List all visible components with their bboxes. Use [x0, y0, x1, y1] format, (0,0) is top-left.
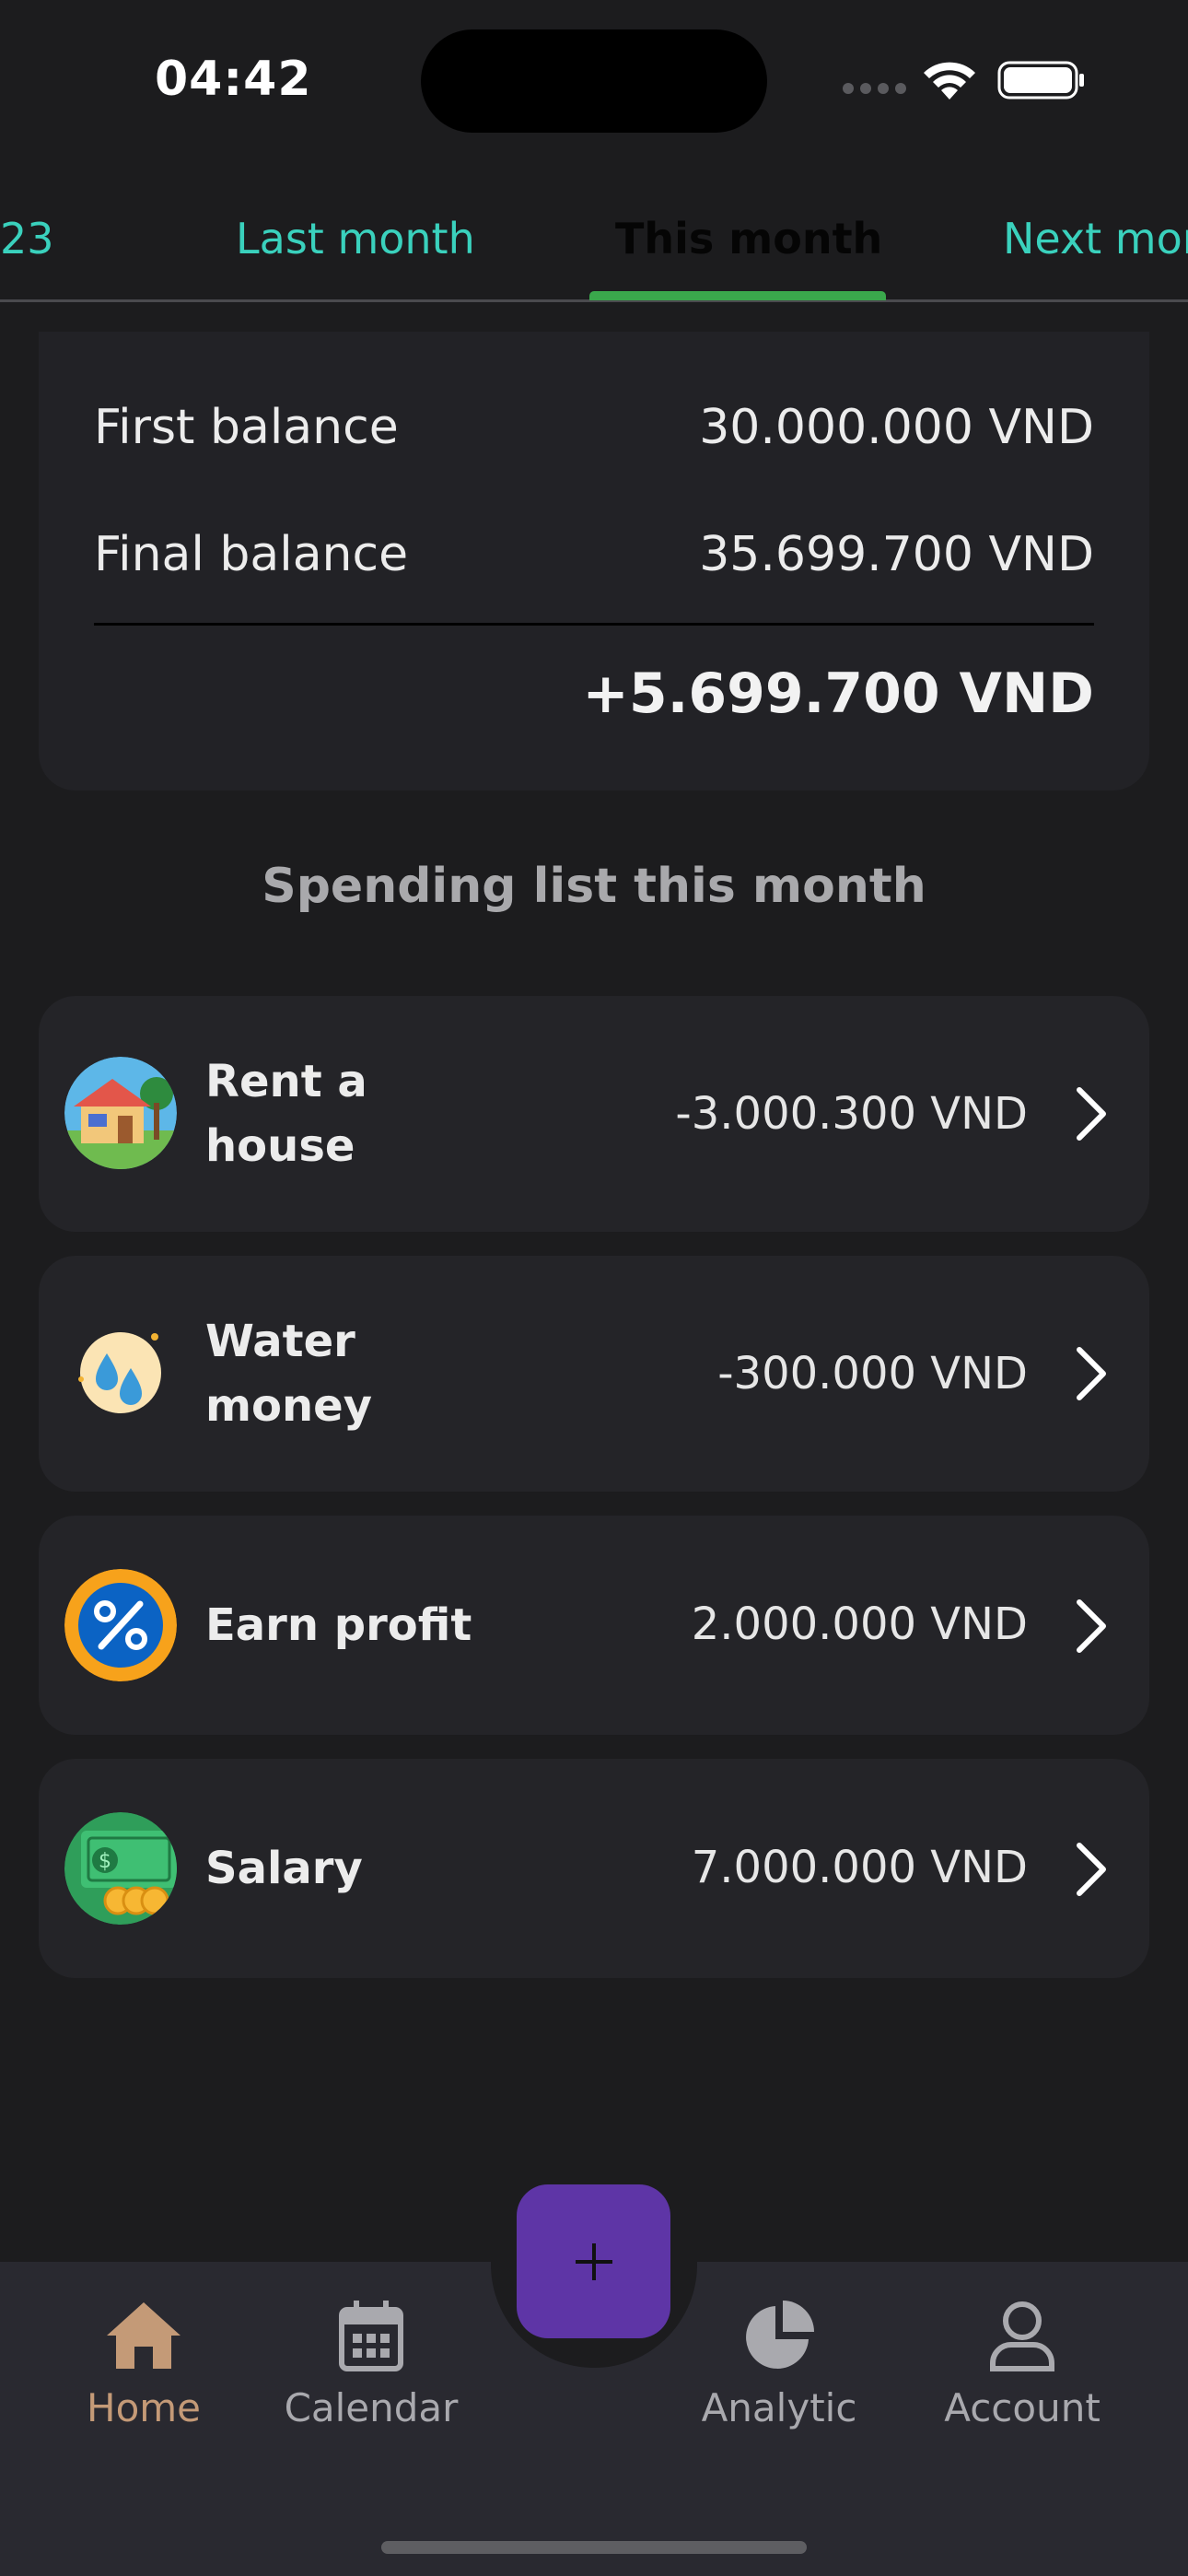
chevron-right-icon [1077, 1087, 1106, 1141]
dynamic-island [421, 29, 767, 133]
spending-name-line2: house [205, 1120, 355, 1172]
nav-home[interactable]: Home [33, 2299, 254, 2430]
house-icon [64, 1057, 177, 1169]
wifi-icon [924, 62, 975, 100]
balance-card: First balance 30.000.000 VND Final balan… [39, 332, 1149, 790]
nav-analytic-label: Analytic [701, 2385, 857, 2430]
spending-item-profit[interactable]: Earn profit 2.000.000 VND [39, 1516, 1149, 1735]
spending-name: Rent a house [205, 1049, 367, 1178]
add-transaction-button[interactable] [517, 2184, 670, 2338]
chevron-right-icon [1077, 1347, 1106, 1400]
period-tab-bar: 23 Last month This month Next month [0, 184, 1188, 302]
nav-account-label: Account [944, 2385, 1101, 2430]
spending-amount: 7.000.000 VND [691, 1842, 1028, 1893]
nav-calendar-label: Calendar [284, 2385, 459, 2430]
nav-account[interactable]: Account [912, 2299, 1133, 2430]
water-drops-icon [78, 1332, 161, 1413]
chevron-right-icon [1077, 1599, 1106, 1653]
spending-amount: 2.000.000 VND [691, 1598, 1028, 1650]
nav-analytic[interactable]: Analytic [669, 2299, 890, 2430]
spending-amount: -300.000 VND [717, 1348, 1028, 1399]
tab-this-month[interactable]: This month [615, 214, 882, 263]
home-indicator [381, 2541, 807, 2554]
balance-difference: +5.699.700 VND [582, 662, 1094, 726]
chevron-right-icon [1077, 1843, 1106, 1896]
account-icon [990, 2301, 1054, 2371]
section-title: Spending list this month [262, 859, 926, 914]
status-time: 04:42 [155, 52, 312, 107]
spending-item-salary[interactable]: $ Salary 7.000.000 VND [39, 1759, 1149, 1978]
spending-item-water[interactable]: Water money -300.000 VND [39, 1256, 1149, 1492]
spending-name-line2: money [205, 1380, 373, 1432]
first-balance-label: First balance [94, 400, 399, 455]
pie-chart-icon [746, 2301, 814, 2369]
spending-name: Salary [205, 1843, 363, 1894]
svg-text:$: $ [99, 1850, 111, 1873]
battery-icon [997, 61, 1084, 100]
final-balance-label: Final balance [94, 527, 409, 582]
nav-home-label: Home [86, 2385, 202, 2430]
status-bar: 04:42 [0, 0, 1188, 147]
spending-name: Water money [205, 1309, 372, 1438]
tab-next-month[interactable]: Next month [1003, 214, 1188, 263]
percent-badge-icon [64, 1569, 177, 1681]
tab-last-month[interactable]: Last month [236, 214, 475, 263]
spending-name-line1: Rent a [205, 1056, 367, 1107]
cellular-signal-icon [843, 83, 907, 96]
money-coins-icon: $ [64, 1812, 177, 1925]
calendar-icon [339, 2301, 403, 2371]
spending-name-line1: Water [205, 1316, 355, 1367]
home-icon [107, 2302, 181, 2369]
spending-amount: -3.000.300 VND [675, 1088, 1028, 1140]
plus-icon [576, 2243, 612, 2280]
final-balance-value: 35.699.700 VND [699, 527, 1094, 582]
spending-item-rent[interactable]: Rent a house -3.000.300 VND [39, 996, 1149, 1232]
tab-previous-period[interactable]: 23 [0, 214, 54, 263]
nav-calendar[interactable]: Calendar [261, 2299, 482, 2430]
balance-divider [94, 623, 1094, 626]
spending-name: Earn profit [205, 1599, 472, 1651]
active-tab-indicator [589, 291, 886, 300]
first-balance-value: 30.000.000 VND [699, 400, 1094, 455]
